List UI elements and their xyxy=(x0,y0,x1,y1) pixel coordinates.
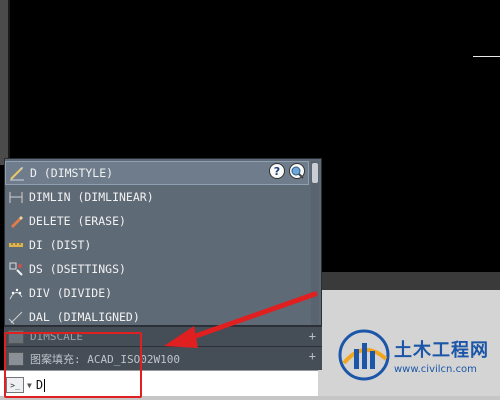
watermark-url: www.civilcn.com xyxy=(394,363,477,375)
annotation-arrow xyxy=(164,291,318,348)
dsettings-icon xyxy=(7,260,25,278)
autocomplete-item[interactable]: DELETE (ERASE) xyxy=(5,209,309,233)
watermark-title: 土木工程网 xyxy=(394,339,489,361)
canvas-frame-divider xyxy=(8,0,10,165)
canvas-frame-left xyxy=(0,0,8,165)
autocomplete-item[interactable]: D (DIMSTYLE) xyxy=(5,161,309,185)
civilcn-logo xyxy=(338,329,390,381)
autocomplete-item-label: DI (DIST) xyxy=(29,238,92,252)
autocomplete-item[interactable]: DI (DIST) xyxy=(5,233,309,257)
autocomplete-item[interactable]: DS (DSETTINGS) xyxy=(5,257,309,281)
autocomplete-item-label: DAL (DIMALIGNED) xyxy=(29,310,140,324)
distance-ruler-icon xyxy=(7,236,25,254)
globe-search-icon xyxy=(291,166,304,179)
dimlinear-icon xyxy=(7,188,25,206)
dimstyle-icon xyxy=(8,164,26,182)
canvas-frame-bottom xyxy=(318,272,500,290)
autocomplete-item-label: DS (DSETTINGS) xyxy=(29,262,126,276)
autocomplete-item-label: DELETE (ERASE) xyxy=(29,214,126,228)
erase-icon xyxy=(7,212,25,230)
web-search-button[interactable] xyxy=(289,163,305,179)
autocomplete-item[interactable]: DIMLIN (DIMLINEAR) xyxy=(5,185,309,209)
dimaligned-icon xyxy=(7,308,25,326)
scrollbar-thumb[interactable] xyxy=(312,163,318,183)
help-button[interactable]: ? xyxy=(269,163,285,179)
annotation-highlight-box xyxy=(4,332,142,398)
autocomplete-item-label: DIMLIN (DIMLINEAR) xyxy=(29,190,154,204)
autocomplete-item-label: D (DIMSTYLE) xyxy=(30,166,114,180)
watermark: 土木工程网 www.civilcn.com xyxy=(338,328,498,382)
crosshair-cursor xyxy=(473,56,500,57)
divide-icon xyxy=(7,284,25,302)
autocomplete-item-label: DIV (DIVIDE) xyxy=(29,286,113,300)
